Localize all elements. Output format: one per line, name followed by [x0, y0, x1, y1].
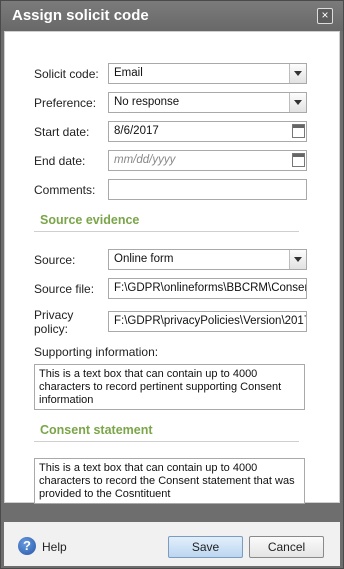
assign-solicit-code-dialog: Assign solicit code × Solicit code: Emai… [0, 0, 344, 569]
privacy-policy-label-line2: policy: [34, 322, 69, 336]
section-divider [34, 441, 299, 442]
source-select[interactable]: Online form [108, 249, 307, 270]
end-date-label: End date: [34, 154, 86, 168]
solicit-code-value: Email [114, 67, 143, 79]
preference-value: No response [114, 96, 180, 108]
preference-select[interactable]: No response [108, 92, 307, 113]
source-label: Source: [34, 253, 76, 267]
consent-statement-textarea[interactable]: This is a text box that can contain up t… [34, 458, 305, 504]
chevron-down-icon[interactable] [289, 93, 306, 112]
source-evidence-heading: Source evidence [40, 213, 140, 227]
supporting-info-textarea[interactable]: This is a text box that can contain up t… [34, 364, 305, 410]
source-file-label: Source file: [34, 282, 95, 296]
consent-statement-heading: Consent statement [40, 423, 153, 437]
chevron-down-icon[interactable] [289, 64, 306, 83]
save-button[interactable]: Save [168, 536, 243, 558]
section-divider [34, 231, 299, 232]
privacy-policy-input[interactable]: F:\GDPR\privacyPolicies\Version\2017 [108, 311, 307, 332]
calendar-icon[interactable] [292, 124, 305, 138]
dialog-title: Assign solicit code [12, 7, 149, 24]
close-icon[interactable]: × [317, 8, 333, 24]
chevron-down-icon[interactable] [289, 250, 306, 269]
start-date-input[interactable]: 8/6/2017 [108, 121, 307, 142]
start-date-value: 8/6/2017 [114, 125, 159, 137]
start-date-label: Start date: [34, 125, 90, 139]
comments-input[interactable] [108, 179, 307, 200]
help-icon[interactable]: ? [18, 537, 36, 555]
end-date-input[interactable]: mm/dd/yyyy [108, 150, 307, 171]
privacy-policy-label-line1: Privacy [34, 308, 74, 322]
solicit-code-label: Solicit code: [34, 67, 99, 81]
help-link[interactable]: Help [42, 540, 67, 554]
calendar-icon[interactable] [292, 153, 305, 167]
dialog-titlebar[interactable]: Assign solicit code × [1, 1, 343, 31]
supporting-info-label: Supporting information: [34, 345, 159, 359]
end-date-placeholder: mm/dd/yyyy [114, 154, 176, 166]
cancel-button[interactable]: Cancel [249, 536, 324, 558]
solicit-code-select[interactable]: Email [108, 63, 307, 84]
preference-label: Preference: [34, 96, 97, 110]
source-value: Online form [114, 253, 174, 265]
comments-label: Comments: [34, 183, 96, 197]
source-file-input[interactable]: F:\GDPR\onlineforms\BBCRM\Consent [108, 278, 307, 299]
